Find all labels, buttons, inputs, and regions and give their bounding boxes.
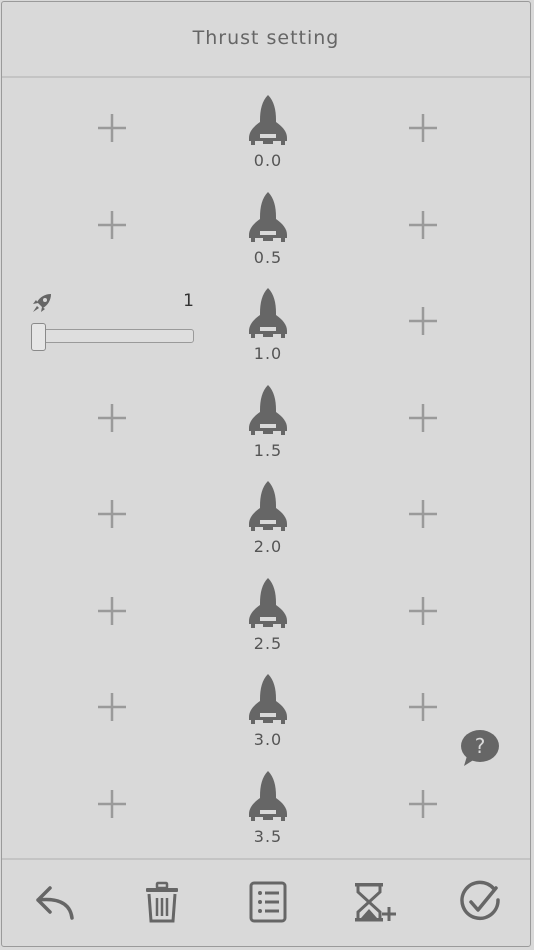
rocket-button[interactable] xyxy=(245,480,291,534)
plus-icon xyxy=(409,693,437,721)
plus-icon xyxy=(409,307,437,335)
rocket-icon xyxy=(249,674,287,724)
thrust-value: 3.0 xyxy=(253,730,283,749)
thrust-value: 0.5 xyxy=(253,247,283,267)
thrust-row: 0.0 xyxy=(2,78,530,174)
add-right-button[interactable] xyxy=(406,787,440,821)
thrust-row: 3.5 xyxy=(2,754,530,850)
plus-icon xyxy=(409,789,437,818)
rocket-button[interactable] xyxy=(245,770,291,824)
plus-icon xyxy=(409,596,437,625)
plus-icon xyxy=(98,500,126,528)
rocket-button[interactable] xyxy=(245,384,291,438)
plus-icon xyxy=(98,210,126,239)
header: Thrust setting xyxy=(2,2,530,78)
rocket-button[interactable] xyxy=(245,191,291,245)
list-button[interactable] xyxy=(246,880,290,924)
thrust-row: 2.0 xyxy=(2,464,530,560)
add-right-button[interactable] xyxy=(406,111,440,145)
add-left-button[interactable] xyxy=(95,208,129,242)
add-right-button[interactable] xyxy=(406,401,440,435)
thrust-value: 1.0 xyxy=(253,344,283,363)
thrust-row: 1.5 xyxy=(2,368,530,464)
add-right-button[interactable] xyxy=(406,208,440,242)
thrust-value: 2.0 xyxy=(253,537,283,556)
thrust-slider[interactable] xyxy=(34,329,194,343)
rocket-icon xyxy=(249,481,287,531)
thrust-slider-thumb[interactable] xyxy=(31,323,46,351)
thrust-count: 1 xyxy=(183,291,194,311)
help-button[interactable]: ? xyxy=(458,728,502,770)
rocket-button[interactable] xyxy=(245,287,291,341)
add-left-button[interactable] xyxy=(95,401,129,435)
svg-text:?: ? xyxy=(475,734,486,758)
add-left-button[interactable] xyxy=(95,497,129,531)
bottom-toolbar xyxy=(2,858,530,946)
add-right-button[interactable] xyxy=(406,594,440,628)
rocket-button[interactable] xyxy=(245,673,291,727)
plus-icon xyxy=(409,500,437,528)
plus-icon xyxy=(98,596,126,625)
add-right-button[interactable] xyxy=(406,497,440,531)
thrust-editor: 1 xyxy=(30,291,200,351)
add-left-button[interactable] xyxy=(95,690,129,724)
undo-icon xyxy=(36,886,74,920)
add-left-button[interactable] xyxy=(95,787,129,821)
rocket-small-icon xyxy=(30,291,54,315)
hourglass-add-icon xyxy=(355,883,396,922)
plus-icon xyxy=(409,114,437,142)
delete-button[interactable] xyxy=(140,880,184,924)
undo-button[interactable] xyxy=(34,880,78,924)
rocket-button[interactable] xyxy=(245,94,291,148)
thrust-row: 0.5 xyxy=(2,175,530,271)
thrust-value: 3.5 xyxy=(253,826,283,846)
rocket-icon xyxy=(249,384,287,435)
plus-icon xyxy=(409,210,437,239)
thrust-row: 3.0 xyxy=(2,657,530,753)
rocket-button[interactable] xyxy=(245,577,291,631)
rocket-icon xyxy=(249,288,287,338)
thrust-value: 1.5 xyxy=(253,440,283,460)
thrust-value: 2.5 xyxy=(253,633,283,653)
plus-icon xyxy=(409,403,437,432)
help-bubble-icon: ? xyxy=(461,730,499,766)
app-frame: Thrust setting 0.0 0.5 1 1.0 1.5 2.0 2.5 3.0 3.5… xyxy=(1,1,531,947)
plus-icon xyxy=(98,114,126,142)
thrust-value: 0.0 xyxy=(253,151,283,170)
plus-icon xyxy=(98,403,126,432)
check-circle-icon xyxy=(460,880,500,921)
add-right-button[interactable] xyxy=(406,690,440,724)
add-right-button[interactable] xyxy=(406,304,440,338)
add-delay-button[interactable] xyxy=(352,880,396,924)
rocket-icon xyxy=(249,95,287,145)
plus-icon xyxy=(98,789,126,818)
rocket-icon xyxy=(249,577,287,628)
rocket-icon xyxy=(249,191,287,242)
add-left-button[interactable] xyxy=(95,111,129,145)
thrust-row: 1 1.0 xyxy=(2,271,530,367)
add-left-button[interactable] xyxy=(95,594,129,628)
confirm-button[interactable] xyxy=(458,880,502,924)
page-title: Thrust setting xyxy=(192,27,340,49)
rocket-icon xyxy=(249,770,287,821)
list-icon xyxy=(249,881,287,923)
thrust-rows: 0.0 0.5 1 1.0 1.5 2.0 2.5 3.0 3.5 xyxy=(2,78,530,862)
thrust-row: 2.5 xyxy=(2,561,530,657)
plus-icon xyxy=(98,693,126,721)
trash-icon xyxy=(146,881,178,923)
